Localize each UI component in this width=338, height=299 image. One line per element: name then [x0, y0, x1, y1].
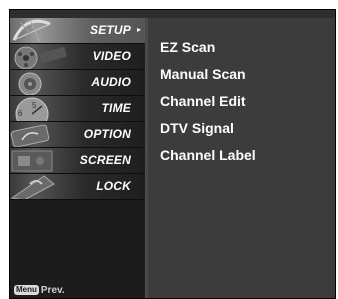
satellite-dish-icon — [10, 18, 74, 43]
menu-label-video: VIDEO — [92, 49, 131, 63]
submenu-item-ez-scan[interactable]: EZ Scan — [160, 39, 215, 55]
svg-text:6: 6 — [18, 109, 23, 118]
option-sign-icon — [10, 122, 74, 147]
submenu-panel: EZ Scan Manual Scan Channel Edit DTV Sig… — [148, 18, 335, 298]
menu-label-time: TIME — [101, 101, 131, 115]
footer-hint: Menu Prev. — [14, 285, 65, 296]
svg-text:5: 5 — [32, 101, 37, 110]
submenu-item-channel-label[interactable]: Channel Label — [160, 147, 256, 163]
menu-label-screen: SCREEN — [79, 153, 131, 167]
menu-item-video[interactable]: VIDEO — [10, 44, 145, 70]
submenu-item-dtv-signal[interactable]: DTV Signal — [160, 120, 234, 136]
submenu-item-channel-edit[interactable]: Channel Edit — [160, 93, 246, 109]
menu-item-option[interactable]: OPTION — [10, 122, 145, 148]
lock-icon — [10, 174, 74, 199]
menu-label-setup: SETUP — [89, 23, 131, 37]
menu-item-lock[interactable]: LOCK — [10, 174, 145, 200]
menu-item-time[interactable]: 6 5 TIME — [10, 96, 145, 122]
top-bar — [10, 10, 335, 18]
menu-item-screen[interactable]: SCREEN — [10, 148, 145, 174]
submenu-item-manual-scan[interactable]: Manual Scan — [160, 66, 246, 82]
menu-label-lock: LOCK — [96, 179, 131, 193]
menu-key-icon: Menu — [14, 285, 39, 295]
footer-label: Prev. — [40, 285, 65, 296]
tv-menu-frame: SETUP ▸ VIDEO AUDIO 6 5 TIME OPTION SCRE… — [9, 9, 336, 299]
menu-item-audio[interactable]: AUDIO — [10, 70, 145, 96]
menu-item-setup[interactable]: SETUP ▸ — [10, 18, 145, 44]
sidebar-menu: SETUP ▸ VIDEO AUDIO 6 5 TIME OPTION SCRE… — [10, 18, 145, 298]
film-reel-icon — [10, 44, 74, 69]
menu-label-option: OPTION — [83, 127, 131, 141]
arrow-right-icon: ▸ — [136, 25, 141, 34]
screen-icon — [10, 148, 74, 173]
clock-icon: 6 5 — [10, 96, 74, 121]
speaker-icon — [10, 70, 74, 95]
menu-label-audio: AUDIO — [91, 75, 131, 89]
